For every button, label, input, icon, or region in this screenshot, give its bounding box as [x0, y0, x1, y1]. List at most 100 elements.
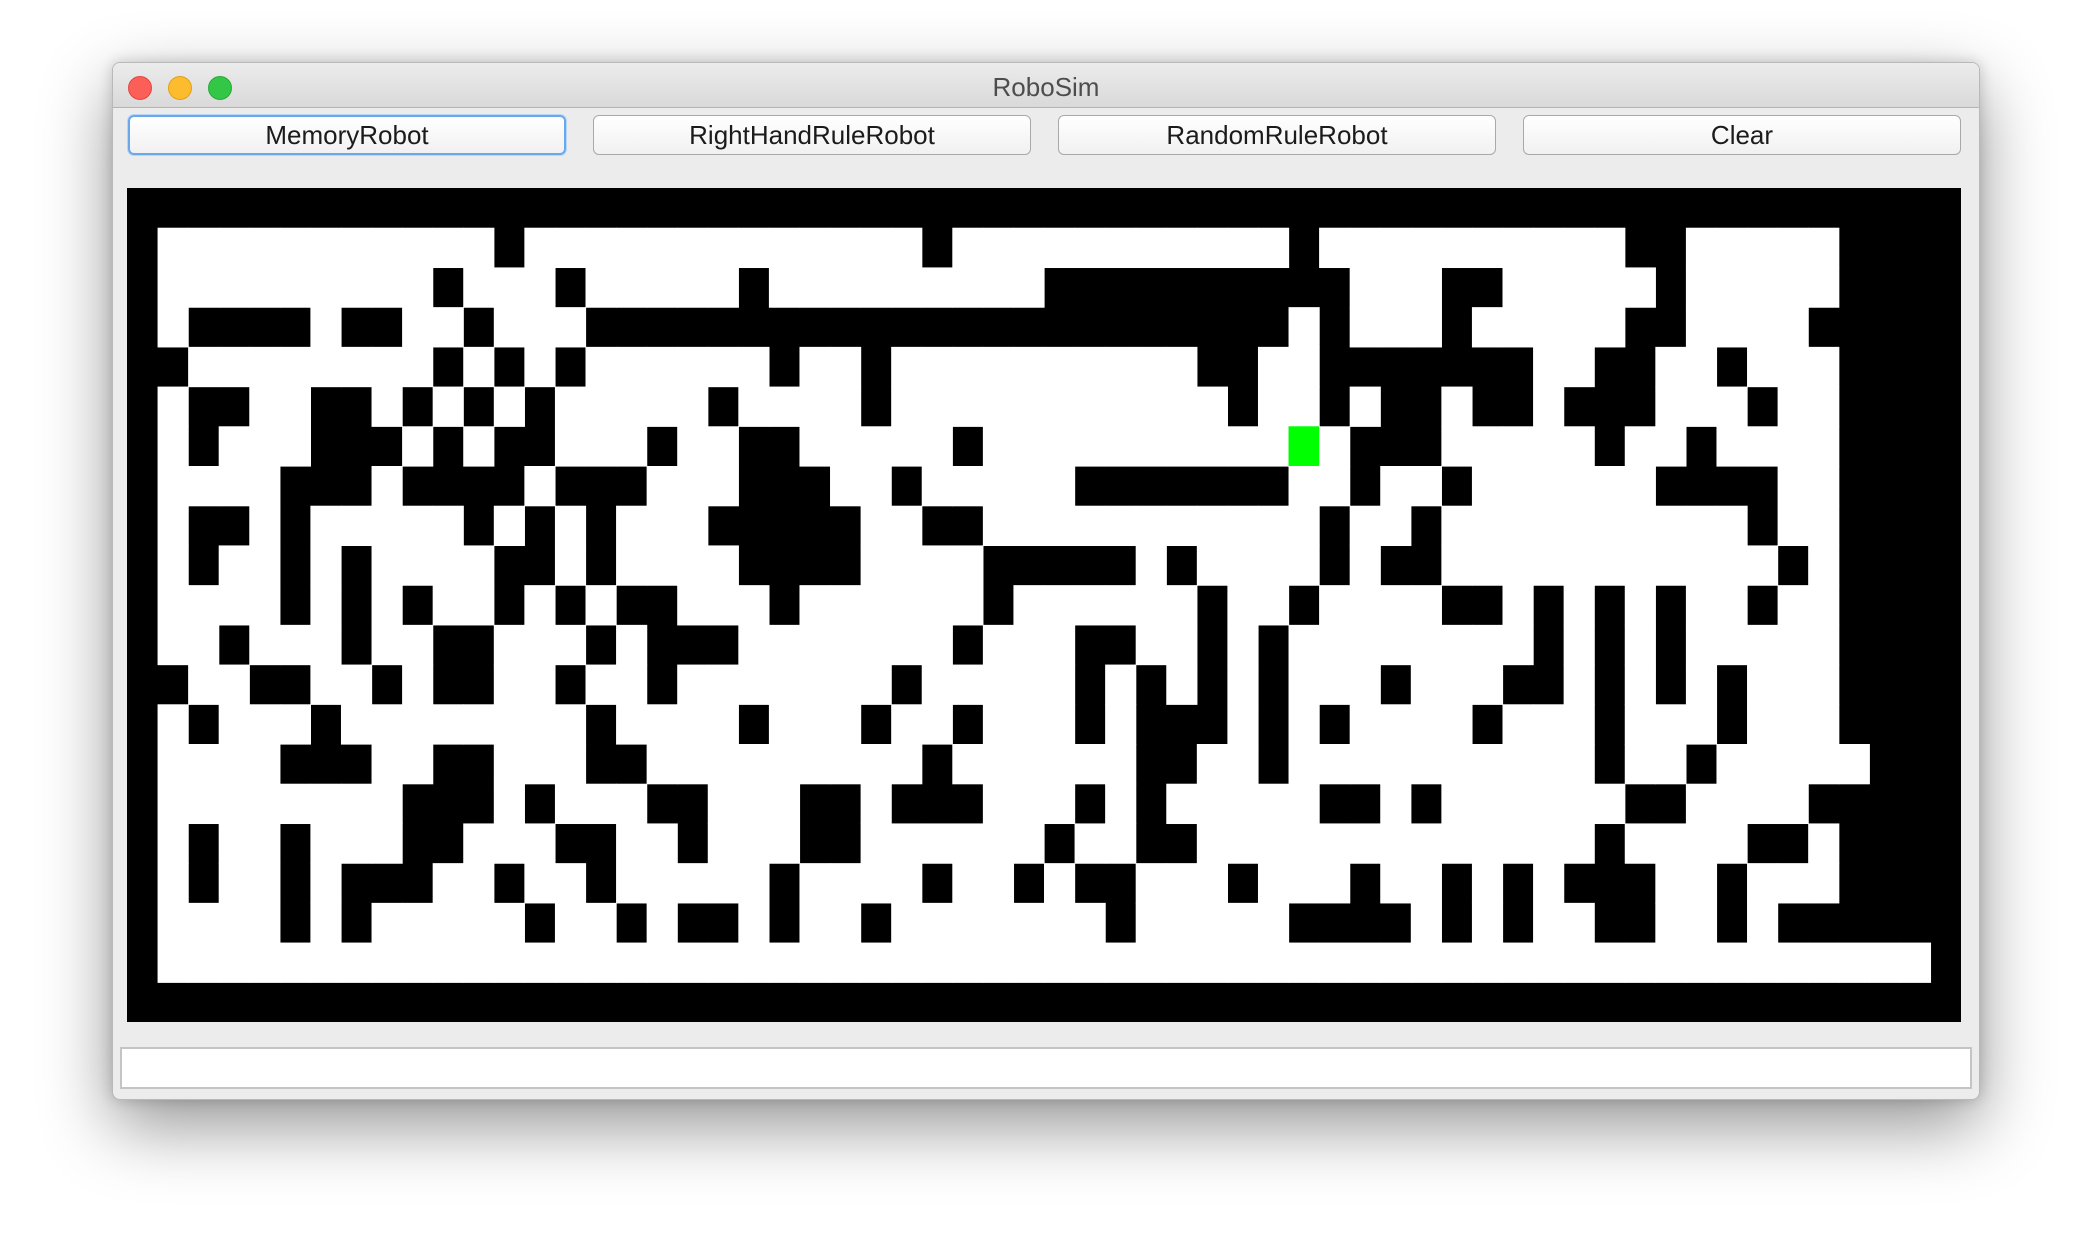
right-hand-rule-robot-button[interactable]: RightHandRuleRobot	[593, 115, 1031, 155]
maze-path-cell	[1166, 386, 1198, 427]
maze-path-cell	[982, 267, 1015, 308]
maze-path-cell	[952, 942, 984, 983]
maze-path-cell	[1319, 426, 1351, 467]
maze-path-cell	[799, 902, 831, 944]
maze-path-cell	[830, 426, 862, 467]
maze-path-cell	[218, 426, 250, 467]
maze-path-cell	[1808, 505, 1840, 547]
maze-path-cell	[1533, 386, 1565, 427]
maze-path-cell	[371, 545, 403, 586]
maze-path-cell	[1227, 545, 1259, 586]
maze-path-cell	[402, 942, 434, 983]
maze-path-cell	[1380, 624, 1412, 666]
maze-path-cell	[1410, 823, 1442, 864]
maze-path-cell	[860, 664, 892, 705]
maze-path-cell	[371, 386, 403, 427]
maze-path-cell	[1594, 783, 1626, 825]
maze-path-cell	[799, 863, 831, 904]
maze-path-cell	[585, 783, 617, 825]
maze-path-cell	[340, 505, 373, 547]
maze-path-cell	[1685, 863, 1718, 904]
clear-button[interactable]: Clear	[1523, 115, 1961, 155]
maze-path-cell	[1288, 545, 1320, 586]
maze-path-cell	[1441, 545, 1473, 586]
maze-path-cell	[524, 942, 556, 983]
maze-path-cell	[891, 227, 923, 269]
maze-path-cell	[554, 902, 587, 944]
maze-path-cell	[1044, 744, 1076, 785]
maze-path-cell	[982, 704, 1015, 745]
maze-path-cell	[707, 545, 739, 586]
maze-canvas[interactable]	[127, 188, 1961, 1022]
memory-robot-button[interactable]: MemoryRobot	[128, 115, 566, 155]
maze-path-cell	[1563, 783, 1595, 825]
maze-path-cell	[1471, 227, 1504, 269]
maze-path-cell	[768, 744, 801, 785]
maze-path-cell	[1777, 227, 1809, 269]
maze-path-cell	[157, 744, 189, 785]
maze-path-cell	[1624, 744, 1656, 785]
maze-path-cell	[1685, 902, 1718, 944]
maze-path-cell	[677, 585, 709, 626]
maze-path-cell	[1380, 227, 1412, 269]
maze-path-cell	[677, 545, 709, 586]
maze-path-cell	[402, 664, 434, 705]
maze-path-cell	[1166, 426, 1198, 467]
maze-path-cell	[982, 744, 1015, 785]
maze-path-cell	[1380, 704, 1412, 745]
maze-path-cell	[1166, 783, 1198, 825]
maze-path-cell	[157, 386, 189, 427]
maze-path-cell	[830, 267, 862, 308]
maze-path-cell	[157, 505, 189, 547]
maze-path-cell	[493, 505, 525, 547]
maze-path-cell	[646, 505, 678, 547]
maze-path-cell	[249, 346, 281, 388]
status-text-field[interactable]	[120, 1047, 1972, 1089]
maze-path-cell	[463, 823, 495, 864]
maze-path-cell	[524, 624, 556, 666]
maze-path-cell	[768, 386, 801, 427]
maze-path-cell	[1135, 426, 1167, 467]
maze-path-cell	[646, 863, 678, 904]
maze-path-cell	[1777, 505, 1809, 547]
maze-path-cell	[738, 902, 770, 944]
maze-path-cell	[1747, 942, 1779, 983]
maze-path-cell	[585, 426, 617, 467]
maze-path-cell	[340, 227, 373, 269]
maze-path-cell	[1013, 585, 1045, 626]
maze-path-cell	[646, 346, 678, 388]
maze-path-cell	[1624, 466, 1656, 507]
maze-path-cell	[1808, 386, 1840, 427]
maze-path-cell	[249, 783, 281, 825]
maze-path-cell	[799, 227, 831, 269]
maze-path-cell	[157, 704, 189, 745]
maze-path-cell	[1808, 942, 1840, 983]
maze-path-cell	[1777, 704, 1809, 745]
maze-path-cell	[554, 704, 587, 745]
maze-path-cell	[646, 704, 678, 745]
maze-path-cell	[1502, 227, 1534, 269]
maze-path-cell	[891, 624, 923, 666]
maze-path-cell	[585, 902, 617, 944]
maze-path-cell	[1777, 744, 1809, 785]
maze-path-cell	[218, 783, 250, 825]
maze-path-cell	[371, 466, 403, 507]
maze-path-cell	[1319, 823, 1351, 864]
maze-path-cell	[1074, 346, 1106, 388]
maze-path-cell	[1808, 863, 1840, 904]
random-rule-robot-button[interactable]: RandomRuleRobot	[1058, 115, 1496, 155]
maze-path-cell	[982, 664, 1015, 705]
maze-path-cell	[830, 744, 862, 785]
maze-path-cell	[218, 585, 250, 626]
maze-path-cell	[218, 545, 250, 586]
maze-path-cell	[830, 386, 862, 427]
title-bar[interactable]: RoboSim	[113, 63, 1979, 108]
maze-path-cell	[432, 902, 464, 944]
maze-path-cell	[1349, 704, 1381, 745]
maze-path-cell	[1227, 505, 1259, 547]
maze-path-cell	[1563, 545, 1595, 586]
maze-path-cell	[1135, 585, 1167, 626]
maze-path-cell	[616, 664, 648, 705]
maze-path-cell	[1227, 664, 1259, 705]
maze-path-cell	[1441, 783, 1473, 825]
